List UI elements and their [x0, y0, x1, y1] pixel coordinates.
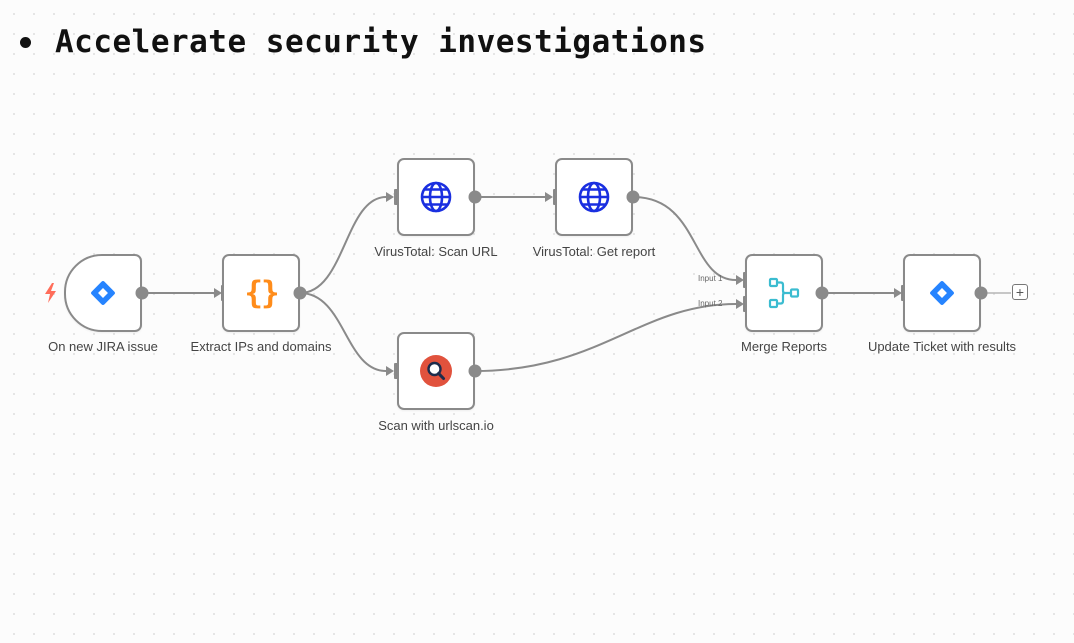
arrowhead [386, 192, 394, 202]
add-node-button[interactable]: + [1012, 284, 1028, 300]
node-label-extract: Extract IPs and domains [190, 339, 332, 354]
jira-icon [930, 281, 954, 305]
node-vt-scan[interactable] [397, 158, 475, 236]
arrowhead [386, 366, 394, 376]
node-extract[interactable]: {} [222, 254, 300, 332]
merge-input-2-label: Input 2 [698, 299, 723, 308]
arrowhead [894, 288, 902, 298]
arrowhead [214, 288, 222, 298]
node-jira-trigger[interactable] [64, 254, 142, 332]
globe-icon [420, 181, 452, 213]
node-label-merge: Merge Reports [741, 339, 827, 354]
merge-input-1-label: Input 1 [698, 274, 723, 283]
code-braces-icon: {} [244, 275, 279, 311]
arrowhead [736, 299, 744, 309]
node-update-ticket[interactable] [903, 254, 981, 332]
node-label-vt-report: VirusTotal: Get report [532, 244, 656, 259]
connection-urlscan-merge [474, 303, 737, 372]
node-vt-report[interactable] [555, 158, 633, 236]
node-label-update-ticket: Update Ticket with results [867, 339, 1017, 354]
node-merge[interactable] [745, 254, 823, 332]
globe-icon [578, 181, 610, 213]
node-label-jira-trigger: On new JIRA issue [48, 339, 158, 354]
trigger-bolt-icon [45, 283, 56, 303]
arrowhead [736, 275, 744, 285]
node-label-vt-scan: VirusTotal: Scan URL [374, 244, 498, 259]
node-label-urlscan: Scan with urlscan.io [378, 418, 494, 433]
magnifier-icon [420, 355, 452, 387]
connection-vtreport-merge [632, 196, 737, 281]
node-urlscan[interactable] [397, 332, 475, 410]
merge-icon [768, 277, 800, 309]
arrowhead [545, 192, 553, 202]
connection-extract-urlscan [299, 292, 387, 372]
jira-icon [91, 281, 115, 305]
